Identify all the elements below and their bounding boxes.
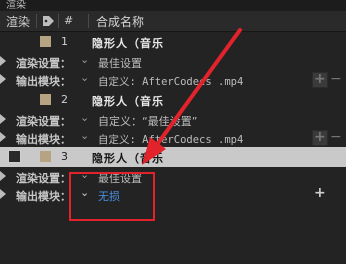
column-divider (88, 14, 89, 28)
expand-caret-icon[interactable] (0, 189, 6, 199)
render-settings-label: 渲染设置： (16, 57, 71, 70)
minus-icon[interactable]: − (330, 71, 342, 87)
label-color-swatch[interactable] (40, 151, 51, 162)
render-queue-item[interactable]: 1 隐形人（音乐 (0, 32, 346, 52)
output-module-row: 输出模块： ⌄ 自定义: AfterCodecs .mp4 + − (0, 128, 346, 148)
output-module-value[interactable]: 自定义: AfterCodecs .mp4 (98, 132, 243, 147)
column-divider (58, 14, 59, 28)
col-render[interactable]: 渲染 (6, 13, 30, 30)
comp-name: 隐形人（音乐 (92, 152, 164, 165)
render-settings-label: 渲染设置： (16, 115, 71, 128)
column-divider (36, 14, 37, 28)
output-module-label: 输出模块： (16, 133, 71, 146)
render-queue-item[interactable]: 2 隐形人（音乐 (0, 90, 346, 110)
chevron-down-icon[interactable]: ⌄ (80, 71, 89, 84)
render-settings-row: 渲染设置： ⌄ 最佳设置 (0, 52, 346, 72)
render-settings-value[interactable]: 最佳设置 (98, 55, 142, 71)
tag-icon[interactable] (42, 15, 55, 27)
plus-icon[interactable]: + (314, 185, 326, 201)
col-comp-name[interactable]: 合成名称 (96, 13, 144, 30)
chevron-down-icon[interactable]: ⌄ (80, 111, 89, 124)
render-checkbox[interactable] (8, 150, 21, 163)
minus-icon[interactable]: − (330, 129, 342, 145)
output-module-label: 输出模块： (16, 190, 71, 203)
chevron-down-icon[interactable]: ⌄ (80, 129, 89, 142)
plus-icon[interactable]: + (314, 129, 326, 145)
item-number: 1 (61, 35, 68, 48)
output-module-row: 输出模块： ⌄ 无损 + (0, 185, 346, 205)
column-header: 渲染 # 合成名称 (0, 11, 346, 32)
label-color-swatch[interactable] (40, 36, 51, 47)
output-module-value[interactable]: 自定义: AfterCodecs .mp4 (98, 74, 243, 89)
comp-name: 隐形人（音乐 (92, 37, 164, 50)
item-number: 2 (61, 93, 68, 106)
comp-name: 隐形人（音乐 (92, 95, 164, 108)
output-module-label: 输出模块： (16, 75, 71, 88)
plus-icon[interactable]: + (314, 71, 326, 87)
expand-caret-icon[interactable] (0, 56, 6, 66)
item-number: 3 (61, 150, 68, 163)
render-settings-row: 渲染设置： ⌄ 自定义：“最佳设置” (0, 110, 346, 130)
expand-caret-icon[interactable] (0, 171, 6, 181)
render-settings-value[interactable]: 自定义：“最佳设置” (98, 113, 197, 129)
render-settings-label: 渲染设置： (16, 172, 71, 185)
label-color-swatch[interactable] (40, 94, 51, 105)
highlight-box (69, 172, 155, 221)
output-module-row: 输出模块： ⌄ 自定义: AfterCodecs .mp4 + − (0, 70, 346, 90)
expand-caret-icon[interactable] (0, 114, 6, 124)
render-settings-row: 渲染设置： ⌄ 最佳设置 (0, 167, 346, 187)
expand-caret-icon[interactable] (0, 74, 6, 84)
chevron-down-icon[interactable]: ⌄ (80, 53, 89, 66)
col-num[interactable]: # (64, 14, 73, 27)
panel-title-strip: 渲染 (0, 0, 346, 11)
expand-caret-icon[interactable] (0, 132, 6, 142)
render-queue-item-selected[interactable]: 3 隐形人（音乐 (0, 147, 346, 167)
